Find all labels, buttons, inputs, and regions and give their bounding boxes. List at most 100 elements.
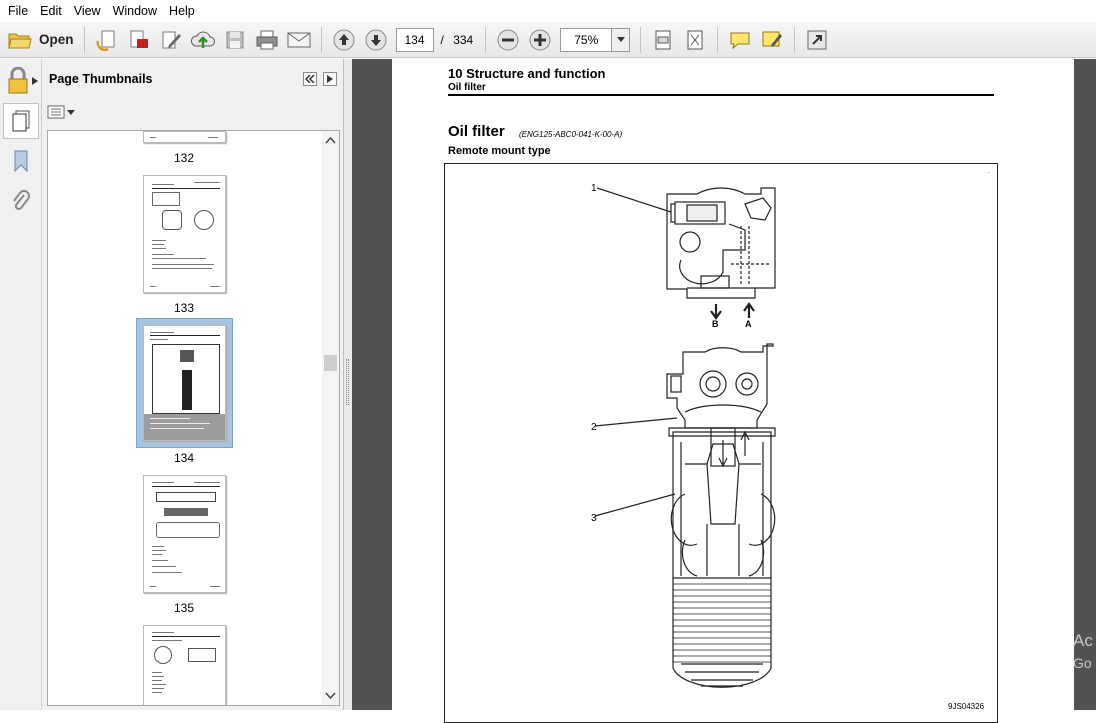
thumbnail-page-selected[interactable] — [143, 325, 226, 441]
page-thumbnails-tab[interactable] — [3, 103, 39, 139]
panel-splitter[interactable] — [344, 59, 352, 710]
share-button[interactable] — [189, 26, 217, 54]
thumbnail-list[interactable]: 132 133 134 135 — [47, 130, 340, 706]
page-count: / 334 — [441, 33, 474, 47]
menu-view[interactable]: View — [68, 0, 107, 22]
attachments-tab[interactable] — [3, 183, 39, 219]
zoom-select[interactable]: 75% — [560, 27, 631, 52]
open-button[interactable]: Open — [0, 26, 78, 54]
header-rule — [448, 94, 994, 96]
callout-1: 1 — [591, 183, 597, 194]
edit-pencil-icon — [162, 31, 181, 48]
page-subheading: Remote mount type — [448, 145, 551, 157]
page-separator: / — [440, 32, 444, 47]
fit-width-icon — [655, 30, 671, 49]
comment-button[interactable] — [726, 26, 754, 54]
toolbar-separator — [485, 26, 487, 53]
callout-3: 3 — [591, 513, 597, 524]
double-chevron-left-icon — [305, 75, 315, 83]
thumbnail-page[interactable] — [143, 175, 226, 293]
menu-file[interactable]: File — [2, 0, 34, 22]
options-menu-button[interactable] — [47, 105, 75, 119]
thumbnail-label: 135 — [173, 601, 195, 615]
options-list-icon — [47, 105, 65, 119]
previous-page-button[interactable] — [330, 26, 358, 54]
menu-help[interactable]: Help — [163, 0, 201, 22]
scroll-up-icon[interactable] — [322, 133, 339, 147]
expand-icon — [807, 30, 827, 49]
oil-filter-figure: 1 2 3 B A 9JS04326 . — [444, 163, 998, 723]
email-button[interactable] — [285, 26, 313, 54]
menu-window[interactable]: Window — [107, 0, 163, 22]
chevron-down-icon — [67, 109, 75, 115]
port-label-a: A — [745, 319, 752, 329]
chevron-down-icon[interactable] — [611, 28, 630, 51]
folder-icon — [8, 33, 32, 48]
port-label-b: B — [712, 319, 719, 329]
page-thumbnails-panel: Page Thumbnails 132 133 134 135 — [42, 59, 344, 710]
create-pdf-button[interactable] — [93, 26, 121, 54]
pages-icon — [12, 110, 30, 132]
bookmark-icon — [14, 150, 28, 173]
thumbnail-scrollbar[interactable] — [322, 131, 339, 705]
toolbar-separator — [717, 26, 719, 53]
thumbnail-page[interactable] — [143, 475, 226, 593]
lock-icon — [8, 67, 27, 94]
heading-code: (ENG125-ABC0-041-K-00-A) — [519, 130, 623, 139]
callout-2: 2 — [591, 422, 597, 433]
paperclip-icon — [13, 190, 30, 210]
fit-page-icon — [687, 30, 703, 49]
corner-mark: . — [988, 169, 990, 175]
collapse-panel-button[interactable] — [303, 72, 317, 86]
section-subtitle: Oil filter — [448, 82, 486, 93]
create-pdf-icon — [96, 30, 115, 51]
document-viewport[interactable]: 10 Structure and function Oil filter Oil… — [352, 59, 1096, 723]
export-pdf-button[interactable] — [125, 26, 153, 54]
full-screen-button[interactable] — [803, 26, 831, 54]
scroll-down-icon[interactable] — [322, 689, 339, 703]
bookmarks-tab[interactable] — [3, 143, 39, 179]
zoom-in-button[interactable] — [526, 26, 554, 54]
edit-document-button[interactable] — [157, 26, 185, 54]
zoom-out-button[interactable] — [494, 26, 522, 54]
panel-menu-button[interactable] — [323, 72, 337, 86]
navigation-rail — [0, 59, 42, 710]
envelope-icon — [287, 32, 311, 47]
print-button[interactable] — [253, 26, 281, 54]
toolbar-separator — [640, 26, 642, 53]
thumbnail-page[interactable] — [143, 625, 226, 705]
document-page: 10 Structure and function Oil filter Oil… — [392, 59, 1074, 723]
caret-right-icon — [327, 75, 333, 83]
thumbnail-label: 132 — [173, 151, 195, 165]
next-page-button[interactable] — [362, 26, 390, 54]
highlighter-icon — [762, 31, 783, 47]
section-title: 10 Structure and function — [448, 66, 606, 81]
thumbnail-label: 134 — [173, 451, 195, 465]
toolbar: Open 134 / 334 75% — [0, 22, 1096, 58]
lock-button[interactable] — [3, 63, 39, 99]
oil-filter-drawing: 1 2 3 B A 9JS04326 . — [591, 169, 990, 711]
caret-right-icon — [31, 77, 38, 85]
thumbnail-page[interactable] — [143, 131, 226, 143]
toolbar-separator — [794, 26, 796, 53]
panel-title: Page Thumbnails — [49, 72, 153, 86]
printer-icon — [256, 30, 278, 49]
total-pages: 334 — [453, 32, 474, 47]
scroll-mode-button[interactable] — [649, 26, 677, 54]
arrow-down-circle-icon — [365, 29, 387, 50]
open-label: Open — [39, 32, 74, 47]
activation-watermark: Ac Go — [1073, 631, 1093, 671]
highlight-button[interactable] — [758, 26, 786, 54]
toolbar-separator — [83, 26, 85, 53]
speech-bubble-icon — [730, 32, 750, 49]
pdf-export-icon — [130, 30, 148, 48]
thumbnail-options — [42, 99, 343, 125]
save-button[interactable] — [221, 26, 249, 54]
menu-bar: File Edit View Window Help — [0, 0, 1096, 22]
menu-edit[interactable]: Edit — [34, 0, 68, 22]
plus-circle-icon — [529, 29, 551, 50]
page-number-input[interactable]: 134 — [395, 27, 434, 52]
page-heading: Oil filter — [448, 123, 505, 140]
scrollbar-thumb[interactable] — [324, 355, 337, 371]
fit-page-button[interactable] — [681, 26, 709, 54]
